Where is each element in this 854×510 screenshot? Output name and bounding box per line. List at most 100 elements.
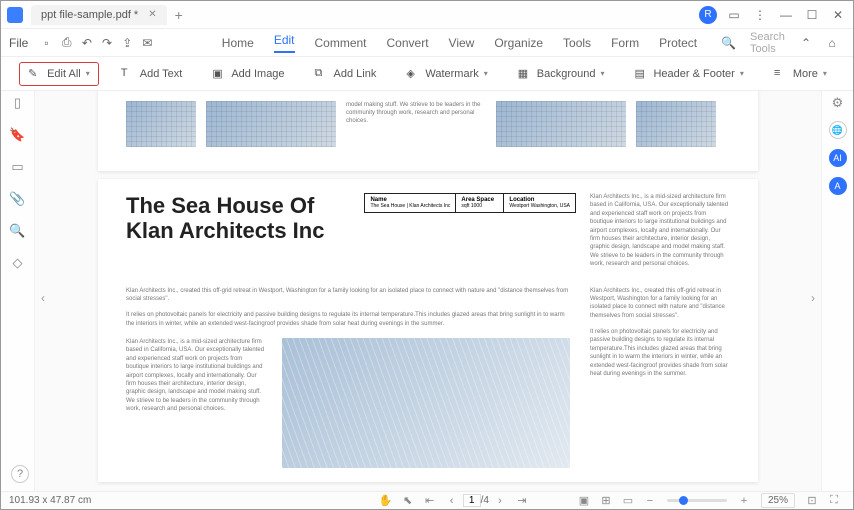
next-page-chevron[interactable]: › — [811, 291, 815, 305]
email-icon[interactable]: ✉ — [141, 34, 153, 52]
zoom-slider-thumb[interactable] — [679, 496, 688, 505]
more-button[interactable]: ≡ More ▾ — [766, 63, 835, 85]
header-footer-icon: ▤ — [634, 67, 648, 81]
menu-comment[interactable]: Comment — [315, 36, 367, 50]
watermark-icon: ◈ — [406, 67, 420, 81]
image-icon: ▣ — [212, 67, 226, 81]
menu-protect[interactable]: Protect — [659, 36, 697, 50]
header-footer-button[interactable]: ▤ Header & Footer ▾ — [626, 63, 751, 85]
kebab-menu-icon[interactable]: ⋮ — [751, 6, 769, 24]
chevron-down-icon: ▾ — [86, 69, 90, 78]
ai-translate-icon[interactable]: A — [829, 177, 847, 195]
prev-page-chevron[interactable]: ‹ — [41, 291, 45, 305]
body-text: model making stuff. We strieve to be lea… — [346, 101, 486, 147]
menu-view[interactable]: View — [449, 36, 475, 50]
document-tab[interactable]: ppt file-sample.pdf * ✕ — [31, 5, 167, 25]
building-image — [496, 101, 626, 147]
reading-mode-icon[interactable]: ▭ — [620, 493, 636, 509]
next-page-icon[interactable]: › — [492, 493, 508, 509]
building-image-large — [282, 338, 570, 468]
document-canvas[interactable]: ‹ model making stuff. We strieve to be l… — [35, 91, 821, 491]
search-panel-icon[interactable]: 🔍 — [10, 223, 26, 239]
actual-size-icon[interactable]: ⊡ — [804, 493, 820, 509]
close-tab-icon[interactable]: ✕ — [148, 9, 156, 20]
share-icon[interactable]: ⇪ — [121, 34, 133, 52]
zoom-level[interactable]: 25% — [761, 493, 795, 508]
chevron-down-icon: ▾ — [740, 69, 744, 78]
layers-icon[interactable]: ◇ — [10, 255, 26, 271]
search-tools-input[interactable]: Search Tools — [750, 31, 793, 55]
body-text: Klan Architects Inc., created this off-g… — [126, 287, 570, 304]
undo-icon[interactable]: ↶ — [81, 34, 93, 52]
file-menu[interactable]: File — [9, 36, 28, 50]
fit-page-icon[interactable]: ▣ — [576, 493, 592, 509]
help-button[interactable]: ? — [11, 465, 29, 483]
body-text: Klan Architects Inc., is a mid-sized arc… — [126, 338, 266, 414]
body-text: Klan Architects Inc., is a mid-sized arc… — [590, 193, 730, 277]
print-icon[interactable]: ⎙ — [61, 34, 73, 52]
settings-icon[interactable]: ⚙ — [830, 95, 846, 111]
add-link-button[interactable]: ⧉ Add Link — [307, 63, 385, 85]
ai-assist-icon[interactable]: AI — [829, 149, 847, 167]
menu-organize[interactable]: Organize — [494, 36, 543, 50]
left-sidebar: ▯ 🔖 ▭ 📎 🔍 ◇ — [1, 91, 35, 491]
body-text: It relies on photovoltaic panels for ele… — [126, 311, 570, 328]
document-page-2: The Sea House Of Klan Architects Inc Nam… — [98, 179, 758, 482]
search-icon[interactable]: 🔍 — [721, 34, 736, 52]
menu-tools[interactable]: Tools — [563, 36, 591, 50]
pin-icon[interactable]: ⌂ — [823, 34, 841, 52]
edit-toolbar: ✎ Edit All ▾ T Add Text ▣ Add Image ⧉ Ad… — [1, 57, 853, 91]
menu-home[interactable]: Home — [222, 36, 254, 50]
add-image-button[interactable]: ▣ Add Image — [204, 63, 292, 85]
watermark-button[interactable]: ◈ Watermark ▾ — [398, 63, 495, 85]
last-page-icon[interactable]: ⇥ — [514, 493, 530, 509]
link-icon: ⧉ — [315, 67, 329, 81]
background-button[interactable]: ▦ Background ▾ — [510, 63, 613, 85]
first-page-icon[interactable]: ⇤ — [422, 493, 438, 509]
add-text-button[interactable]: T Add Text — [113, 63, 191, 85]
page-heading: The Sea House Of Klan Architects Inc — [126, 193, 350, 244]
building-image — [126, 101, 196, 147]
right-sidebar: ⚙ 🌐 AI A — [821, 91, 853, 491]
building-image — [636, 101, 716, 147]
prev-page-icon[interactable]: ‹ — [444, 493, 460, 509]
menu-convert[interactable]: Convert — [387, 36, 429, 50]
outline-icon[interactable]: ▭ — [10, 159, 26, 175]
background-icon: ▦ — [518, 67, 532, 81]
user-avatar[interactable]: R — [699, 6, 717, 24]
page-total: /4 — [481, 495, 489, 506]
edit-all-button[interactable]: ✎ Edit All ▾ — [19, 62, 99, 86]
info-table: NameThe Sea House | Klan Architects Inc … — [364, 193, 576, 213]
fit-width-icon[interactable]: ⊞ — [598, 493, 614, 509]
collapse-ribbon-icon[interactable]: ⌃ — [797, 34, 815, 52]
text-icon: T — [121, 67, 135, 81]
statusbar: 101.93 x 47.87 cm ✋ ⬉ ⇤ ‹ /4 › ⇥ ▣ ⊞ ▭ −… — [1, 491, 853, 509]
bookmarks-icon[interactable]: 🔖 — [10, 127, 26, 143]
close-window-button[interactable]: ✕ — [829, 6, 847, 24]
pencil-icon: ✎ — [28, 67, 42, 81]
attachments-icon[interactable]: 📎 — [10, 191, 26, 207]
app-logo-icon — [7, 7, 23, 23]
titlebar: ppt file-sample.pdf * ✕ + R ▭ ⋮ — ☐ ✕ — [1, 1, 853, 29]
zoom-out-icon[interactable]: − — [642, 493, 658, 509]
zoom-in-icon[interactable]: + — [736, 493, 752, 509]
thumbnails-icon[interactable]: ▯ — [10, 95, 26, 111]
hand-tool-icon[interactable]: ✋ — [378, 493, 394, 509]
menu-edit[interactable]: Edit — [274, 33, 295, 53]
redo-icon[interactable]: ↷ — [101, 34, 113, 52]
chevron-down-icon: ▾ — [600, 69, 604, 78]
translate-icon[interactable]: 🌐 — [829, 121, 847, 139]
page-dimensions: 101.93 x 47.87 cm — [9, 495, 91, 506]
page-number-input[interactable] — [463, 494, 481, 507]
chat-icon[interactable]: ▭ — [725, 6, 743, 24]
maximize-button[interactable]: ☐ — [803, 6, 821, 24]
document-page-1: model making stuff. We strieve to be lea… — [98, 91, 758, 171]
add-tab-button[interactable]: + — [175, 7, 183, 23]
save-icon[interactable]: ▫ — [40, 34, 52, 52]
body-text: Klan Architects Inc., created this off-g… — [590, 287, 730, 469]
zoom-slider[interactable] — [667, 499, 727, 502]
fullscreen-icon[interactable]: ⛶ — [826, 493, 842, 509]
menu-form[interactable]: Form — [611, 36, 639, 50]
minimize-button[interactable]: — — [777, 6, 795, 24]
select-tool-icon[interactable]: ⬉ — [400, 493, 416, 509]
